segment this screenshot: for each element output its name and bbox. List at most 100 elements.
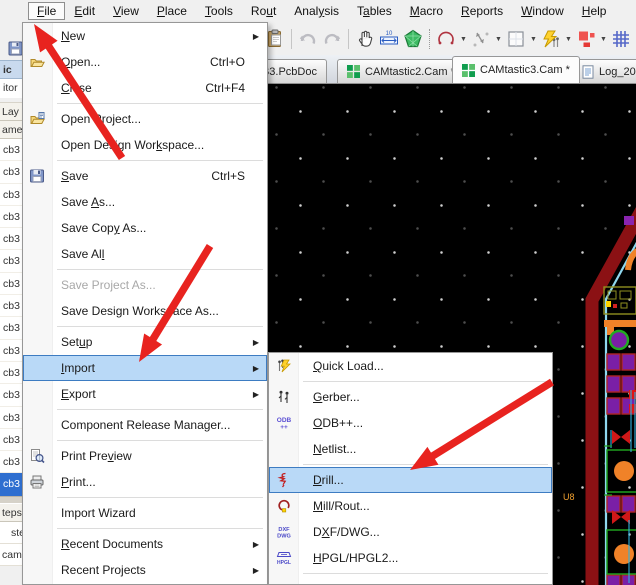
document-tab-camtastic2-cam[interactable]: CAMtastic2.Cam * <box>337 59 465 83</box>
menu-item-recent-documents[interactable]: Recent Documents ▶ <box>23 531 267 557</box>
menu-item-label: Recent Documents <box>61 537 163 551</box>
menu-item-quick-load[interactable]: Quick Load... <box>269 353 552 379</box>
menu-item-label: Gerber... <box>313 390 360 404</box>
menu-item-label: Save All <box>61 247 104 261</box>
dimension-dropdown-caret[interactable]: ▼ <box>493 27 504 51</box>
menu-item-label: Mill/Rout... <box>313 499 370 513</box>
measure-icon[interactable]: 10 <box>377 27 401 51</box>
cam-doc-icon <box>347 65 360 78</box>
toolbar-separator <box>425 28 434 50</box>
print-preview-icon <box>28 447 46 465</box>
menu-item-drill[interactable]: Drill... <box>269 467 552 493</box>
menubar-item-tables[interactable]: Tables <box>348 2 401 20</box>
submenu-arrow-icon: ▶ <box>253 390 259 399</box>
menu-item-label: Print... <box>61 475 96 489</box>
document-tab-camtastic3-cam[interactable]: CAMtastic3.Cam * <box>452 56 580 83</box>
pads-icon[interactable] <box>574 27 598 51</box>
menu-item-label: HPGL/HPGL2... <box>313 551 398 565</box>
menu-item-open-project[interactable]: Open Project... <box>23 106 267 132</box>
menubar-item-edit[interactable]: Edit <box>65 2 104 20</box>
menu-item-import-wizard[interactable]: Import Wizard <box>23 500 267 526</box>
redo-icon[interactable] <box>320 27 344 51</box>
query-dropdown-caret[interactable]: ▼ <box>563 27 574 51</box>
menu-item-print[interactable]: Print... <box>23 469 267 495</box>
menu-item-hpgl-hpgl2[interactable]: HPGLHPGL/HPGL2... <box>269 545 552 571</box>
submenu-arrow-icon: ▶ <box>253 364 259 373</box>
menu-item-save-design-workspace-as[interactable]: Save Design Workspace As... <box>23 298 267 324</box>
menu-item-label: Save As... <box>61 195 115 209</box>
arc-icon[interactable] <box>434 27 458 51</box>
dimension-icon[interactable] <box>469 27 493 51</box>
pins-icon <box>275 388 293 406</box>
menubar-item-macro[interactable]: Macro <box>401 2 452 20</box>
document-tab-log-201[interactable]: Log_201 <box>572 59 636 83</box>
file-menu-dropdown: New▶Open...Ctrl+OCloseCtrl+F4Open Projec… <box>22 22 268 585</box>
menu-item-label: Save <box>61 169 88 183</box>
menu-item-label: Quick Load... <box>313 359 384 373</box>
menu-item-label: Component Release Manager... <box>61 418 230 432</box>
menu-item-gerber[interactable]: Gerber... <box>269 384 552 410</box>
grid-icon[interactable] <box>609 27 633 51</box>
menu-item-shortcut: Ctrl+O <box>210 55 261 69</box>
menu-item-export[interactable]: Export▶ <box>23 381 267 407</box>
menubar-item-file[interactable]: File <box>28 2 65 20</box>
menubar-item-view[interactable]: View <box>104 2 148 20</box>
menu-item-mill-rout[interactable]: Mill/Rout... <box>269 493 552 519</box>
query-icon[interactable] <box>539 27 563 51</box>
menu-item-shortcut: Ctrl+S <box>211 169 261 183</box>
menubar-item-rout[interactable]: Rout <box>242 2 285 20</box>
menu-item-save-as[interactable]: Save As... <box>23 189 267 215</box>
menu-item-save[interactable]: Save Ctrl+S <box>23 163 267 189</box>
svg-text:10: 10 <box>386 31 393 37</box>
mill-icon <box>275 497 293 515</box>
menubar-item-tools[interactable]: Tools <box>196 2 242 20</box>
menu-item-open-design-workspace[interactable]: Open Design Workspace... <box>23 132 267 158</box>
submenu-arrow-icon: ▶ <box>253 540 259 549</box>
menu-item-component-release-manager[interactable]: Component Release Manager... <box>23 412 267 438</box>
undo-icon[interactable] <box>296 27 320 51</box>
pads-dropdown-caret[interactable]: ▼ <box>598 27 609 51</box>
menubar-item-window[interactable]: Window <box>512 2 573 20</box>
menu-item-import[interactable]: Import▶ <box>23 355 267 381</box>
menubar-item-reports[interactable]: Reports <box>452 2 512 20</box>
menubar-item-analysis[interactable]: Analysis <box>285 2 348 20</box>
menubar-item-help[interactable]: Help <box>573 2 616 20</box>
pan-icon[interactable] <box>353 27 377 51</box>
menu-item-recent-projects[interactable]: Recent Projects▶ <box>23 557 267 583</box>
menu-item-label: Import Wizard <box>61 506 136 520</box>
menu-item-label: Open Project... <box>61 112 141 126</box>
rectangle-dropdown-caret[interactable]: ▼ <box>528 27 539 51</box>
menu-item-label: New <box>61 29 85 43</box>
pcb-components: U8 <box>563 216 636 585</box>
dxf-icon: DXFDWG <box>275 523 293 541</box>
menu-item-save-all[interactable]: Save All <box>23 241 267 267</box>
menu-item-label: DXF/DWG... <box>313 525 380 539</box>
menu-item-new[interactable]: New▶ <box>23 23 267 49</box>
tab-label: Log_201 <box>599 66 636 78</box>
polygon-icon[interactable] <box>401 27 425 51</box>
menu-item-label: Netlist... <box>313 442 356 456</box>
submenu-arrow-icon: ▶ <box>253 338 259 347</box>
menu-bar: FileEditViewPlaceToolsRoutAnalysisTables… <box>0 0 636 22</box>
save-icon[interactable] <box>8 41 23 56</box>
menu-item-netlist[interactable]: Netlist... <box>269 436 552 462</box>
menu-item-label: Open Design Workspace... <box>61 138 204 152</box>
arc-dropdown-caret[interactable]: ▼ <box>458 27 469 51</box>
menu-item-label: Open... <box>61 55 100 69</box>
menubar-item-place[interactable]: Place <box>148 2 196 20</box>
drill-icon <box>275 471 293 489</box>
menu-item-label: Save Project As... <box>61 278 156 292</box>
menu-item-print-preview[interactable]: Print Preview <box>23 443 267 469</box>
rectangle-icon[interactable] <box>504 27 528 51</box>
tab-label: CAMtastic3.Cam * <box>480 64 570 76</box>
menu-item-dxf-dwg[interactable]: DXFDWG DXF/DWG... <box>269 519 552 545</box>
menu-item-label: Drill... <box>313 473 344 487</box>
menu-item-close[interactable]: CloseCtrl+F4 <box>23 75 267 101</box>
svg-text:ODB: ODB <box>277 417 292 424</box>
menu-item-odb[interactable]: ODB++ODB++... <box>269 410 552 436</box>
menu-item-label: Recent Projects <box>61 563 146 577</box>
menu-item-open[interactable]: Open... Ctrl+O <box>23 49 267 75</box>
svg-text:DWG: DWG <box>277 534 291 540</box>
menu-item-save-copy-as[interactable]: Save Copy As... <box>23 215 267 241</box>
menu-item-setup[interactable]: Setup▶ <box>23 329 267 355</box>
